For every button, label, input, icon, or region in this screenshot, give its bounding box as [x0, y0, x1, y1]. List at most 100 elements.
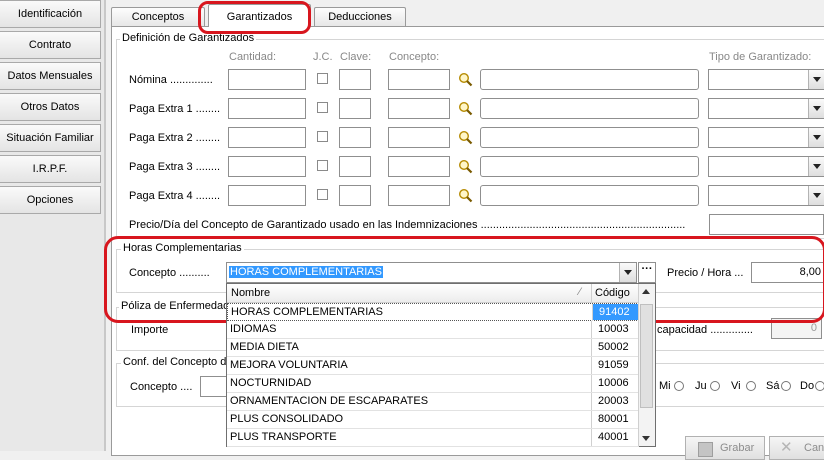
- search-icon[interactable]: [458, 130, 473, 145]
- conf-concepto-input[interactable]: [200, 376, 228, 397]
- save-icon: [698, 442, 713, 457]
- chevron-down-icon[interactable]: [808, 157, 824, 176]
- cantidad-input-nomina[interactable]: [228, 69, 306, 90]
- dropdown-row-nombre: MEDIA DIETA: [230, 341, 299, 353]
- concepto-code-input-nomina[interactable]: [388, 69, 450, 90]
- jc-checkbox-paga-extra-4[interactable]: [317, 189, 328, 200]
- dropdown-row[interactable]: IDIOMAS 10003: [227, 321, 639, 339]
- clave-input-nomina[interactable]: [339, 69, 371, 90]
- clave-input-paga-extra-2[interactable]: [339, 127, 371, 148]
- search-icon[interactable]: [458, 188, 473, 203]
- chevron-down-icon[interactable]: [808, 70, 824, 89]
- tipo-select-paga-extra-4[interactable]: [708, 185, 824, 206]
- dropdown-row-nombre: IDIOMAS: [230, 323, 277, 335]
- concepto-name-input-paga-extra-2[interactable]: [480, 127, 699, 148]
- concepto-code-input-paga-extra-3[interactable]: [388, 156, 450, 177]
- scroll-thumb[interactable]: [640, 304, 653, 408]
- row-label-paga-extra-1: Paga Extra 1 ........: [129, 103, 221, 115]
- cantidad-input-paga-extra-4[interactable]: [228, 185, 306, 206]
- chevron-down-icon[interactable]: [808, 186, 824, 205]
- dropdown-row[interactable]: ORNAMENTACION DE ESCAPARATES 20003: [227, 393, 639, 411]
- scroll-down-icon[interactable]: [642, 436, 650, 441]
- jc-checkbox-paga-extra-2[interactable]: [317, 131, 328, 142]
- cancelar-button[interactable]: ✕ Cance: [769, 436, 824, 460]
- dropdown-row-codigo: 10003: [598, 323, 629, 335]
- tipo-select-nomina[interactable]: [708, 69, 824, 90]
- concepto-code-input-paga-extra-4[interactable]: [388, 185, 450, 206]
- col-nombre[interactable]: Nombre: [231, 287, 270, 299]
- grabar-button[interactable]: Grabar: [685, 436, 765, 460]
- jc-checkbox-nomina[interactable]: [317, 73, 328, 84]
- col-codigo[interactable]: Código: [595, 287, 630, 299]
- cantidad-input-paga-extra-2[interactable]: [228, 127, 306, 148]
- clave-input-paga-extra-1[interactable]: [339, 98, 371, 119]
- concepto-name-input-paga-extra-1[interactable]: [480, 98, 699, 119]
- dropdown-row-codigo: 20003: [598, 395, 629, 407]
- dropdown-row-codigo: 91402: [593, 304, 640, 320]
- search-icon[interactable]: [458, 159, 473, 174]
- header-jc: J.C.: [313, 51, 333, 63]
- tab-conceptos[interactable]: Conceptos: [111, 7, 205, 27]
- sort-icon: ⁄: [579, 286, 581, 298]
- search-icon[interactable]: [458, 72, 473, 87]
- conf-concepto-label: Concepto ....: [130, 381, 193, 393]
- day-label-0: Mi: [659, 380, 671, 392]
- tab-deducciones[interactable]: Deducciones: [314, 7, 406, 27]
- nav-datos-mensuales[interactable]: Datos Mensuales: [0, 62, 101, 90]
- nav-situacion-familiar[interactable]: Situación Familiar: [0, 124, 101, 152]
- nav-opciones[interactable]: Opciones: [0, 186, 101, 214]
- dropdown-row-codigo: 40001: [598, 431, 629, 443]
- jc-checkbox-paga-extra-3[interactable]: [317, 160, 328, 171]
- nav-separator: [104, 0, 106, 451]
- cancel-icon: ✕: [780, 439, 793, 456]
- chevron-down-icon[interactable]: [808, 128, 824, 147]
- day-radio-3[interactable]: [781, 381, 791, 391]
- concepto-code-input-paga-extra-1[interactable]: [388, 98, 450, 119]
- day-label-3: Sá: [766, 380, 780, 392]
- chevron-down-icon[interactable]: [808, 99, 824, 118]
- day-radio-4[interactable]: [815, 381, 824, 391]
- nav-irpf[interactable]: I.R.P.F.: [0, 155, 101, 183]
- concepto-name-input-paga-extra-4[interactable]: [480, 185, 699, 206]
- dropdown-row[interactable]: HORAS COMPLEMENTARIAS 91402: [227, 303, 640, 321]
- concepto-code-input-paga-extra-2[interactable]: [388, 127, 450, 148]
- precio-dia-label: Precio/Día del Concepto de Garantizado u…: [129, 219, 686, 231]
- concepto-name-input-nomina[interactable]: [480, 69, 699, 90]
- dropdown-row[interactable]: MEDIA DIETA 50002: [227, 339, 639, 357]
- nav-identificacion[interactable]: Identificación: [0, 0, 101, 28]
- search-icon[interactable]: [458, 101, 473, 116]
- dropdown-row-nombre: HORAS COMPLEMENTARIAS: [231, 306, 383, 318]
- row-label-paga-extra-4: Paga Extra 4 ........: [129, 190, 221, 202]
- concepto-dropdown-list[interactable]: Nombre ⁄ Código HORAS COMPLEMENTARIAS 91…: [226, 283, 656, 447]
- concepto-name-input-paga-extra-3[interactable]: [480, 156, 699, 177]
- dropdown-scrollbar[interactable]: [638, 284, 655, 446]
- clave-input-paga-extra-3[interactable]: [339, 156, 371, 177]
- jc-checkbox-paga-extra-1[interactable]: [317, 102, 328, 113]
- scroll-up-icon[interactable]: [642, 289, 650, 294]
- clave-input-paga-extra-4[interactable]: [339, 185, 371, 206]
- day-radio-2[interactable]: [746, 381, 756, 391]
- nav-contrato[interactable]: Contrato: [0, 31, 101, 59]
- dropdown-row[interactable]: MEJORA VOLUNTARIA 91059: [227, 357, 639, 375]
- tipo-select-paga-extra-1[interactable]: [708, 98, 824, 119]
- header-concepto: Concepto:: [389, 51, 440, 63]
- cancelar-label: Cance: [804, 442, 824, 454]
- row-label-paga-extra-2: Paga Extra 2 ........: [129, 132, 221, 144]
- day-radio-1[interactable]: [710, 381, 720, 391]
- conf-title: Conf. del Concepto d: [121, 356, 229, 368]
- row-label-paga-extra-3: Paga Extra 3 ........: [129, 161, 221, 173]
- dropdown-row-codigo: 10006: [598, 377, 629, 389]
- dropdown-row[interactable]: NOCTURNIDAD 10006: [227, 375, 639, 393]
- cantidad-input-paga-extra-1[interactable]: [228, 98, 306, 119]
- tipo-select-paga-extra-3[interactable]: [708, 156, 824, 177]
- day-label-1: Ju: [695, 380, 707, 392]
- day-radio-0[interactable]: [674, 381, 684, 391]
- precio-dia-input[interactable]: [709, 214, 824, 235]
- dropdown-row[interactable]: PLUS CONSOLIDADO 80001: [227, 411, 639, 429]
- dropdown-row[interactable]: PLUS TRANSPORTE 40001: [227, 429, 639, 447]
- cantidad-input-paga-extra-3[interactable]: [228, 156, 306, 177]
- tipo-select-paga-extra-2[interactable]: [708, 127, 824, 148]
- nav-otros-datos[interactable]: Otros Datos: [0, 93, 101, 121]
- dropdown-row-codigo: 80001: [598, 413, 629, 425]
- grabar-label: Grabar: [720, 442, 755, 454]
